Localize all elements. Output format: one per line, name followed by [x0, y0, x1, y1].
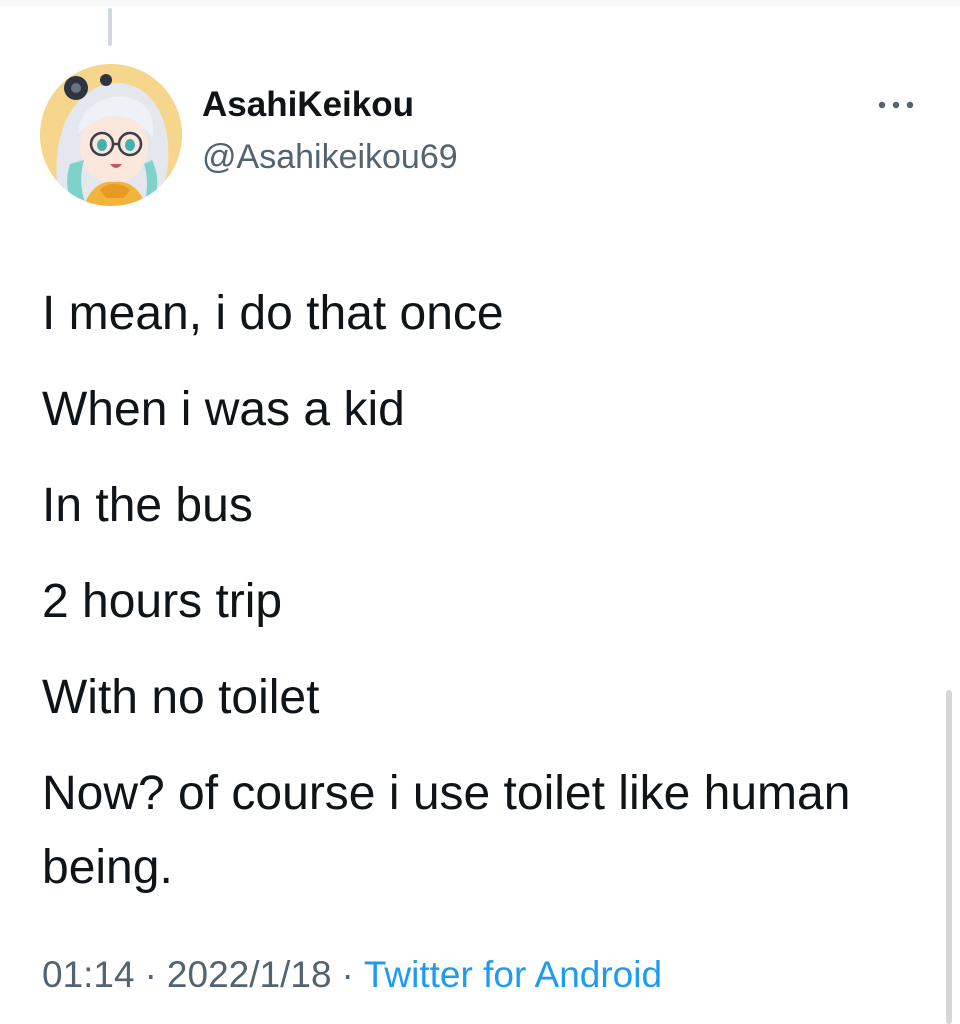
tweet-source-link[interactable]: Twitter for Android — [364, 954, 662, 995]
thread-connector-line — [108, 8, 112, 46]
scrollbar-thumb[interactable] — [946, 690, 952, 1024]
tweet-text-line: In the bus — [42, 479, 253, 532]
tweet-text-line: Now? of course i use toilet like human b… — [42, 767, 851, 894]
tweet-time[interactable]: 01:14 — [42, 954, 135, 995]
top-divider — [0, 0, 960, 6]
more-horizontal-icon — [878, 101, 914, 109]
tweet-date[interactable]: 2022/1/18 — [167, 954, 332, 995]
more-options-button[interactable] — [870, 92, 922, 118]
meta-separator: · — [341, 954, 354, 995]
tweet-text-line: 2 hours trip — [42, 575, 283, 628]
tweet-text: I mean, i do that once When i was a kid … — [42, 266, 862, 905]
tweet-metadata: 01:14 · 2022/1/18 · Twitter for Android — [42, 950, 662, 1000]
tweet-text-line: With no toilet — [42, 671, 320, 724]
author-handle[interactable]: @Asahikeikou69 — [202, 136, 458, 178]
author-avatar[interactable] — [40, 64, 182, 206]
meta-separator: · — [144, 954, 157, 995]
avatar-image — [40, 64, 182, 206]
author-display-name[interactable]: AsahiKeikou — [202, 84, 414, 126]
tweet-text-line: I mean, i do that once — [42, 287, 504, 340]
tweet-text-line: When i was a kid — [42, 383, 405, 436]
